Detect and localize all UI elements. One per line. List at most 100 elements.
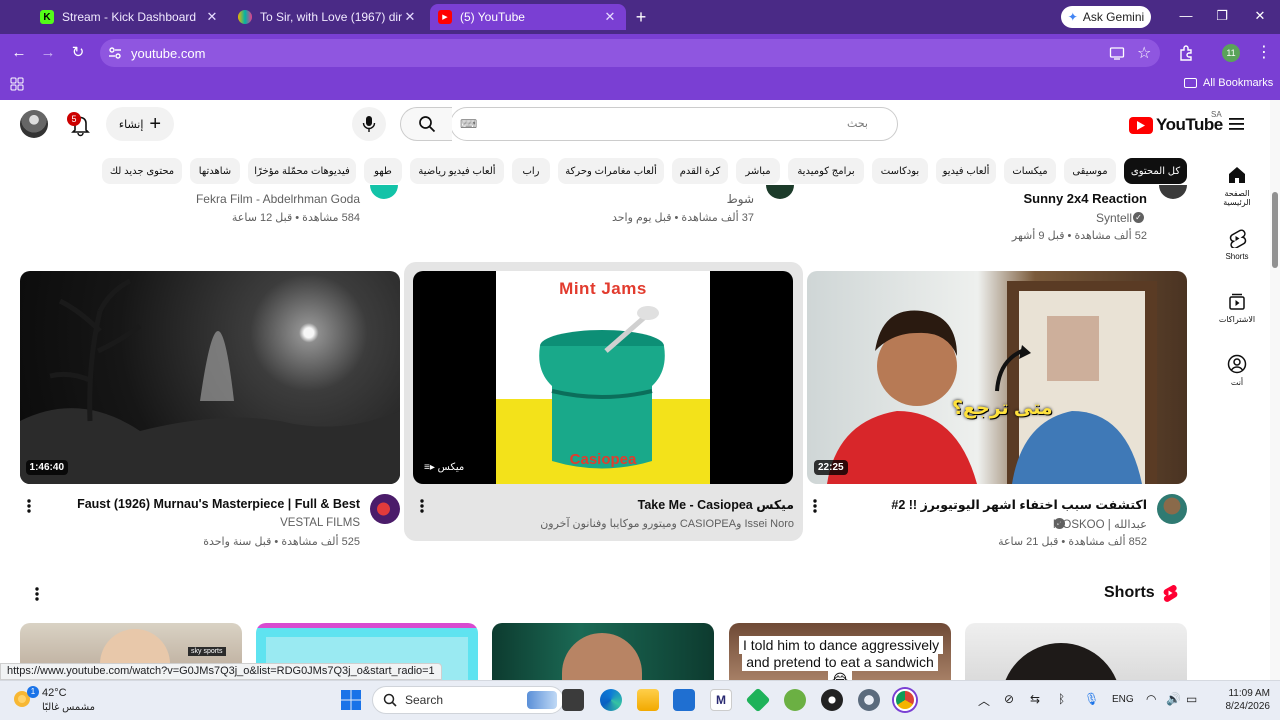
video-thumbnail-casiopea[interactable]: Mint Jams Casiopea ≡▸ ميكس [413,271,793,484]
chip-cooking[interactable]: طهو [364,158,402,184]
chip-music[interactable]: موسيقى [1064,158,1116,184]
bluetooth-icon[interactable]: ᛒ [1058,692,1065,706]
reload-icon[interactable]: ↻ [68,43,88,63]
edge-browser-icon[interactable] [600,689,622,711]
page-scrollbar[interactable] [1270,100,1280,680]
input-language[interactable]: ENG [1112,694,1134,705]
close-tab-icon[interactable]: ✕ [602,9,618,25]
site-info-icon[interactable] [108,46,122,60]
chip-sports-games[interactable]: ألعاب فيديو رياضية [410,158,504,184]
bookmark-star-icon[interactable]: ☆ [1137,43,1151,63]
forward-arrow-icon[interactable]: → [38,43,58,63]
guide-subscriptions[interactable]: الاشتراكات [1210,291,1264,324]
video-thumbnail-moskoo[interactable]: متى ترجع؟ 22:25 [807,271,1187,484]
hamburger-menu-icon[interactable] [1228,116,1246,132]
system-clock[interactable]: 11:09 AM 8/24/2026 [1210,687,1271,713]
show-hidden-icons-chevron-icon[interactable]: ︿ [978,692,990,709]
short-card[interactable] [965,623,1187,683]
video-title[interactable]: ميكس Take Me - Casiopea [638,497,794,512]
volume-icon[interactable]: 🔊 [1166,692,1181,706]
short-card[interactable] [492,623,714,683]
keyboard-icon[interactable]: ⌨ [460,117,477,131]
close-window-icon[interactable]: ✕ [1250,8,1270,24]
channel-name[interactable]: Fekra Film - Abdelrhman Goda [196,192,360,206]
search-button[interactable] [400,107,452,141]
chip-podcasts[interactable]: بودكاست [872,158,928,184]
guide-you[interactable]: أنت [1210,354,1264,387]
minimize-window-icon[interactable]: — [1176,8,1196,23]
close-tab-icon[interactable]: ✕ [402,9,418,25]
battery-icon[interactable]: ▭ [1186,692,1197,706]
profile-avatar-icon[interactable]: 11 [1222,44,1240,62]
chip-recently-uploaded[interactable]: فيديوهات محمّلة مؤخرًا [248,158,356,184]
youtube-logo[interactable]: YouTube [1129,114,1223,136]
utorrent-icon[interactable] [784,689,806,711]
video-title[interactable]: Faust (1926) Murnau's Masterpiece | Full… [77,497,360,511]
chip-watched[interactable]: شاهدتها [190,158,240,184]
apps-grid-icon[interactable] [10,77,24,91]
task-view-icon[interactable] [562,689,584,711]
guide-home[interactable]: الصفحة الرئيسية [1210,165,1264,207]
chip-football[interactable]: كرة القدم [672,158,728,184]
file-explorer-icon[interactable] [637,689,659,711]
chip-video-games[interactable]: ألعاب فيديو [936,158,996,184]
all-bookmarks-button[interactable]: All Bookmarks [1184,77,1273,89]
account-avatar[interactable] [20,110,48,138]
channel-name[interactable]: Issei Noro وCASIOPEA وميتورو موكايبا وفن… [540,517,794,530]
obs-studio-icon[interactable] [821,689,843,711]
weather-temperature[interactable]: 42°C [42,687,67,699]
voice-search-button[interactable] [352,107,386,141]
close-tab-icon[interactable]: ✕ [204,9,220,25]
settings-gear-icon[interactable] [858,689,880,711]
tab-to-sir-with-love[interactable]: ● To Sir, with Love (1967) directed ✕ [230,4,426,30]
windows-start-icon[interactable] [340,689,362,711]
extensions-puzzle-icon[interactable] [1178,44,1196,62]
channel-avatar[interactable] [766,185,794,199]
guide-shorts[interactable]: Shorts [1210,228,1264,261]
tab-kick-dashboard[interactable]: K Stream - Kick Dashboard ✕ [32,4,228,30]
channel-avatar[interactable] [370,494,400,524]
back-arrow-icon[interactable]: ← [9,43,29,63]
chrome-browser-icon[interactable] [894,689,916,711]
maximize-window-icon[interactable]: ❐ [1212,8,1232,24]
browser-menu-icon[interactable]: ⋮ [1256,42,1272,62]
channel-name[interactable]: Syntell [1096,211,1132,225]
channel-name[interactable]: شوط [727,192,754,206]
new-tab-button[interactable]: + [632,7,650,28]
install-app-icon[interactable] [1109,45,1125,61]
more-options-icon[interactable] [810,498,820,514]
url-text[interactable]: youtube.com [131,46,205,61]
chip-live[interactable]: مباشر [736,158,780,184]
ask-gemini-button[interactable]: ✦ Ask Gemini [1061,6,1151,28]
chip-comedy[interactable]: برامج كوميدية [788,158,864,184]
video-title[interactable]: اكتشفت سبب اختفاء اشهر اليوتيوبرز !! 2# [891,497,1147,512]
address-bar[interactable] [100,39,1160,67]
wifi-icon[interactable]: ◠ [1146,692,1156,706]
shorts-more-options-icon[interactable] [32,586,42,602]
chip-new-to-you[interactable]: محتوى جديد لك [102,158,182,184]
tab-youtube[interactable]: ▶ (5) YouTube ✕ [430,4,626,30]
more-options-icon[interactable] [24,498,34,514]
channel-avatar[interactable] [370,185,398,199]
taskbar-tray-app-icon[interactable]: ⇆ [1030,692,1040,706]
media-app-icon[interactable]: M [710,689,732,711]
chip-mixes[interactable]: ميكسات [1004,158,1056,184]
chip-all[interactable]: كل المحتوى [1124,158,1187,184]
channel-avatar[interactable] [1157,494,1187,524]
channel-avatar[interactable] [1159,185,1187,199]
chip-rap[interactable]: راب [512,158,550,184]
channel-name[interactable]: VESTAL FILMS [280,517,360,529]
short-card[interactable]: I told him to dance aggressively and pre… [729,623,951,683]
channel-name[interactable]: عبدالله | MOSKOO [1053,517,1147,531]
video-title[interactable]: Sunny 2x4 Reaction [1023,191,1147,206]
network-offline-icon[interactable]: ⊘ [1004,692,1014,706]
chip-action-adventure[interactable]: ألعاب مغامرات وحركة [558,158,664,184]
more-options-icon[interactable] [417,498,427,514]
microphone-tray-icon[interactable]: 🎙 [1084,692,1099,706]
taskbar-search-box[interactable]: Search [372,686,564,714]
microsoft-store-icon[interactable] [673,689,695,711]
video-thumbnail-faust[interactable]: 1:46:40 [20,271,400,484]
search-input[interactable] [450,107,898,141]
scrollbar-thumb[interactable] [1272,192,1278,268]
create-button[interactable]: إنشاء + [106,107,174,141]
